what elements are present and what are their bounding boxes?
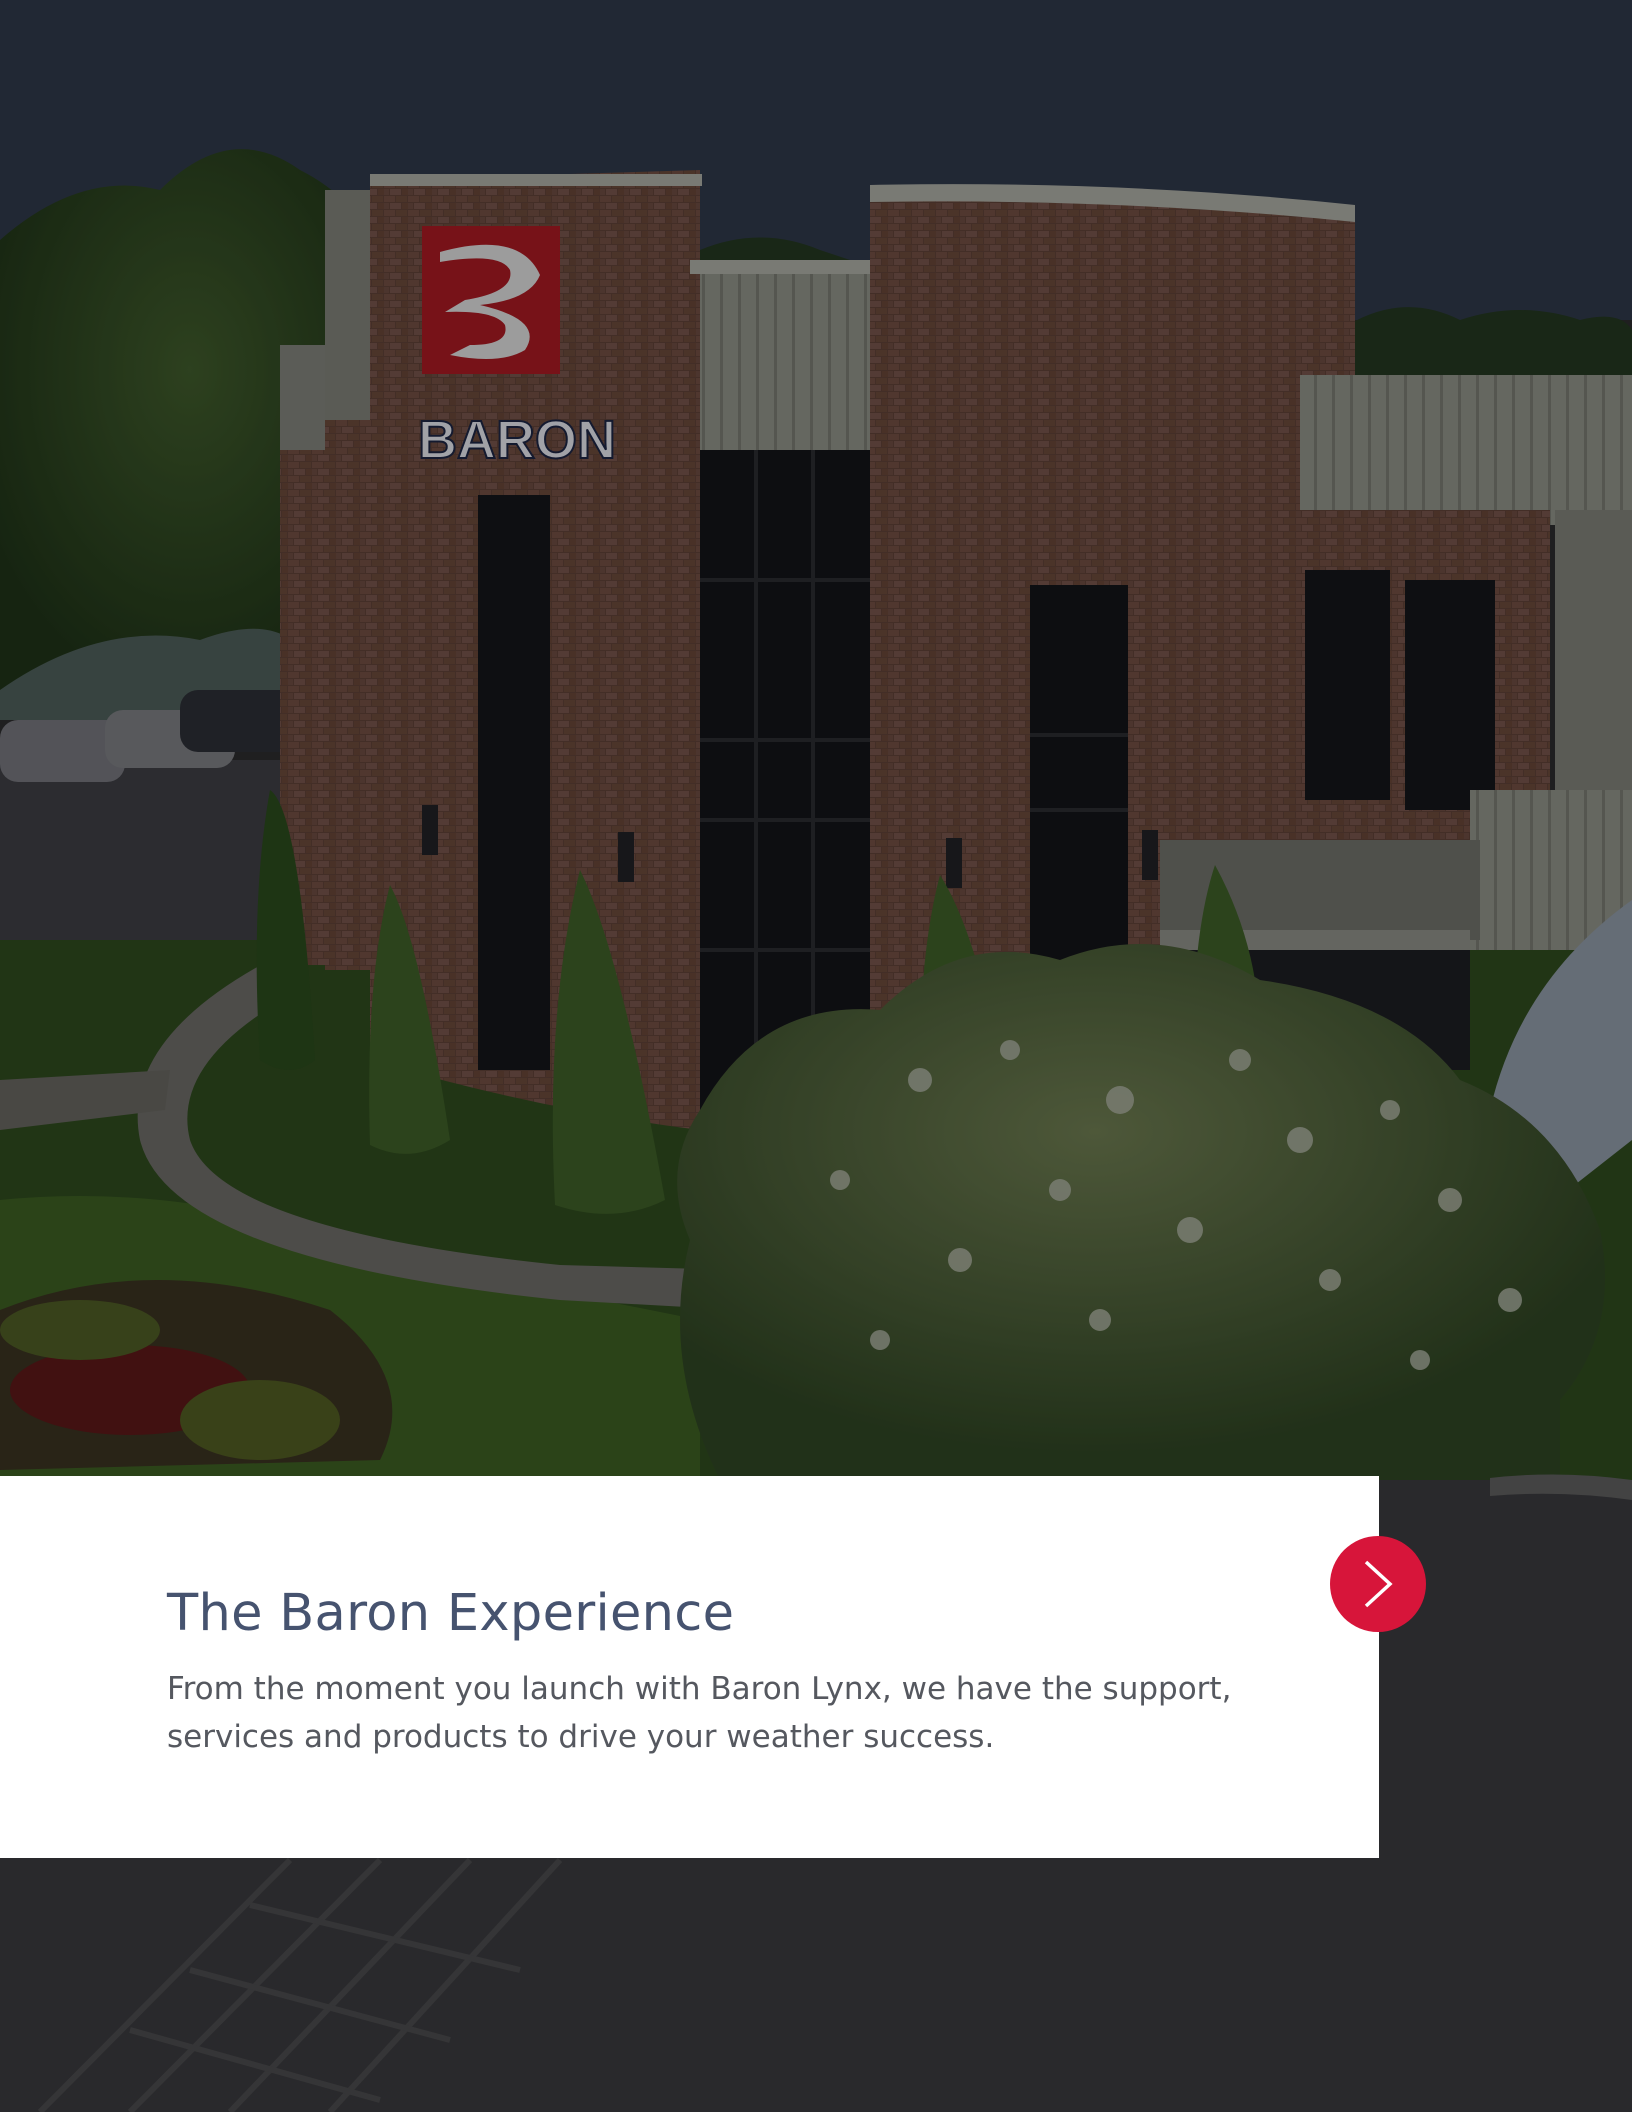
chevron-right-icon	[1364, 1560, 1393, 1608]
card-description: From the moment you launch with Baron Ly…	[167, 1671, 1232, 1755]
card-title: The Baron Experience	[167, 1584, 735, 1643]
next-button[interactable]	[1330, 1536, 1426, 1632]
